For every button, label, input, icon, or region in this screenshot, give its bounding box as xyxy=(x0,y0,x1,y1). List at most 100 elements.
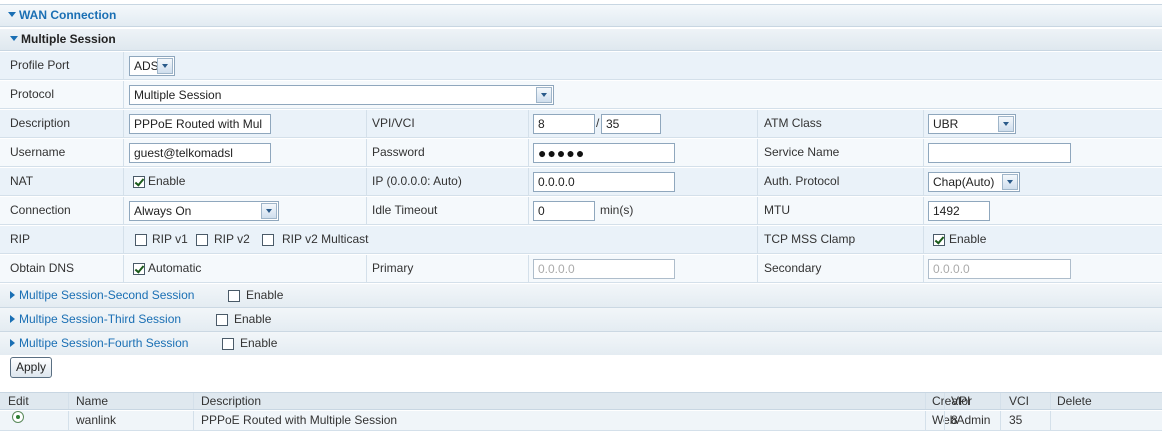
column-divider xyxy=(757,110,758,137)
fourth-session-title[interactable]: Multipe Session-Fourth Session xyxy=(19,336,188,350)
third-session-title-wrap: Multipe Session-Third Session xyxy=(10,308,181,331)
tcp-mss-label: TCP MSS Clamp xyxy=(764,232,856,246)
rip-v2-label: RIP v2 xyxy=(214,232,250,246)
obtain-dns-automatic-checkbox[interactable] xyxy=(133,263,145,275)
protocol-select[interactable]: Multiple Session xyxy=(129,85,554,105)
header-name: Name xyxy=(76,394,109,408)
chevron-down-icon xyxy=(261,203,277,219)
column-divider xyxy=(366,255,367,282)
obtain-dns-row: Obtain DNS Automatic Primary 0.0.0.0 Sec… xyxy=(0,255,1162,283)
multiple-session-header[interactable]: Multiple Session xyxy=(0,29,1162,51)
column-divider xyxy=(528,255,529,282)
expand-triangle-icon xyxy=(10,291,15,299)
third-session-enable-label: Enable xyxy=(234,312,272,326)
description-label: Description xyxy=(10,116,71,130)
profile-port-select[interactable]: ADSL xyxy=(129,56,175,76)
column-divider xyxy=(193,393,194,409)
rip-v2-multicast-checkbox[interactable] xyxy=(262,234,274,246)
second-session-enable-checkbox[interactable] xyxy=(228,290,240,302)
header-vci: VCI xyxy=(1009,394,1030,408)
tcp-mss-enable-checkbox[interactable] xyxy=(933,234,945,246)
edit-radio[interactable] xyxy=(12,411,24,423)
column-divider xyxy=(1000,411,1001,430)
column-divider xyxy=(528,168,529,195)
atm-class-label: ATM Class xyxy=(764,116,822,130)
profile-port-label: Profile Port xyxy=(10,58,70,72)
expand-triangle-icon xyxy=(10,315,15,323)
rip-v1-label: RIP v1 xyxy=(152,232,188,246)
chevron-down-icon xyxy=(998,116,1014,132)
ip-input[interactable]: 0.0.0.0 xyxy=(533,172,675,192)
username-label: Username xyxy=(10,145,66,159)
mtu-input[interactable]: 1492 xyxy=(928,201,990,221)
second-session-title[interactable]: Multipe Session-Second Session xyxy=(19,288,194,302)
column-divider xyxy=(123,168,124,195)
table-row: wanlink PPPoE Routed with Multiple Sessi… xyxy=(0,411,1162,431)
third-session-header[interactable]: Multipe Session-Third Session Enable xyxy=(0,308,1162,332)
idle-timeout-label: Idle Timeout xyxy=(372,203,438,217)
column-divider xyxy=(757,168,758,195)
rip-v2-multicast-label: RIP v2 Multicast xyxy=(282,232,369,246)
mtu-label: MTU xyxy=(764,203,790,217)
connection-label: Connection xyxy=(10,203,71,217)
secondary-dns-input[interactable]: 0.0.0.0 xyxy=(928,259,1071,279)
column-divider xyxy=(923,197,924,224)
password-input[interactable]: ●●●●● xyxy=(533,143,675,163)
column-divider xyxy=(366,197,367,224)
vpivci-separator: / xyxy=(596,116,600,130)
username-row: Username guest@telkomadsl Password ●●●●●… xyxy=(0,139,1162,167)
column-divider xyxy=(923,255,924,282)
connection-value: Always On xyxy=(134,204,192,218)
primary-dns-input[interactable]: 0.0.0.0 xyxy=(533,259,675,279)
row-vci: 35 xyxy=(1009,413,1023,427)
rip-v2-checkbox[interactable] xyxy=(196,234,208,246)
description-row: Description PPPoE Routed with Mul VPI/VC… xyxy=(0,110,1162,138)
secondary-dns-label: Secondary xyxy=(764,261,822,275)
column-divider xyxy=(923,110,924,137)
column-divider xyxy=(923,168,924,195)
collapse-triangle-icon xyxy=(8,12,16,17)
row-vpi: 8 xyxy=(951,413,958,427)
column-divider xyxy=(123,197,124,224)
protocol-value: Multiple Session xyxy=(134,88,222,102)
rip-v1-checkbox[interactable] xyxy=(135,234,147,246)
atm-class-select[interactable]: UBR xyxy=(928,114,1016,134)
tcp-mss-enable-label: Enable xyxy=(949,232,987,246)
multiple-session-title: Multiple Session xyxy=(21,32,116,46)
column-divider xyxy=(123,81,124,108)
header-edit: Edit xyxy=(8,394,29,408)
connection-select[interactable]: Always On xyxy=(129,201,279,221)
idle-timeout-input[interactable]: 0 xyxy=(533,201,595,221)
second-session-title-wrap: Multipe Session-Second Session xyxy=(10,284,194,307)
third-session-enable-checkbox[interactable] xyxy=(216,314,228,326)
apply-button[interactable]: Apply xyxy=(10,357,53,378)
fourth-session-enable-checkbox[interactable] xyxy=(222,338,234,350)
column-divider xyxy=(1050,393,1051,409)
column-divider xyxy=(757,197,758,224)
wan-connection-title: WAN Connection xyxy=(19,8,117,22)
second-session-header[interactable]: Multipe Session-Second Session Enable xyxy=(0,284,1162,308)
vci-input[interactable]: 35 xyxy=(601,114,661,134)
protocol-row: Protocol Multiple Session xyxy=(0,81,1162,109)
fourth-session-title-wrap: Multipe Session-Fourth Session xyxy=(10,332,188,355)
column-divider xyxy=(925,393,926,409)
auth-protocol-select[interactable]: Chap(Auto) xyxy=(928,172,1020,192)
column-divider xyxy=(123,52,124,79)
column-divider xyxy=(1050,411,1051,430)
service-name-input[interactable] xyxy=(928,143,1071,163)
column-divider xyxy=(123,110,124,137)
third-session-title[interactable]: Multipe Session-Third Session xyxy=(19,312,181,326)
idle-timeout-unit: min(s) xyxy=(600,203,634,217)
username-input[interactable]: guest@telkomadsl xyxy=(129,143,271,163)
description-input[interactable]: PPPoE Routed with Mul xyxy=(129,114,271,134)
header-delete: Delete xyxy=(1057,394,1092,408)
wan-connection-header[interactable]: WAN Connection xyxy=(0,4,1162,27)
fourth-session-header[interactable]: Multipe Session-Fourth Session Enable xyxy=(0,332,1162,356)
nat-row: NAT Enable IP (0.0.0.0: Auto) 0.0.0.0 Au… xyxy=(0,168,1162,196)
chevron-down-icon xyxy=(1002,174,1018,190)
column-divider xyxy=(366,110,367,137)
vpi-input[interactable]: 8 xyxy=(533,114,595,134)
rip-label: RIP xyxy=(10,232,31,246)
nat-label: NAT xyxy=(10,174,34,188)
nat-enable-checkbox[interactable] xyxy=(133,176,145,188)
